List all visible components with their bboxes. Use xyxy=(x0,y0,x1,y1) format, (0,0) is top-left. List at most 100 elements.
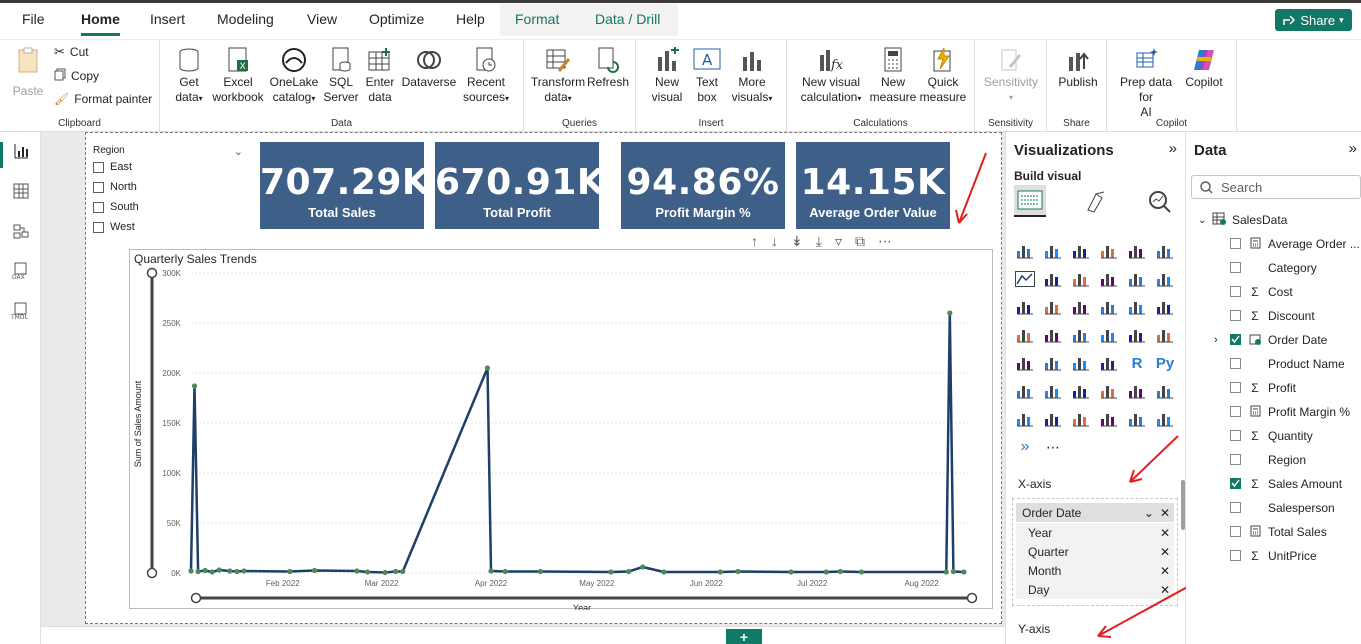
collapse-icon[interactable]: » xyxy=(1349,140,1357,157)
tmdl-view-icon[interactable]: TMDL xyxy=(10,300,31,321)
refresh-button[interactable]: Refresh xyxy=(586,46,630,90)
funnel-icon[interactable] xyxy=(1070,296,1092,318)
cut-button[interactable]: ✂ Cut xyxy=(54,44,89,60)
field-item[interactable]: Salesperson xyxy=(1186,498,1361,518)
analytics-tab[interactable] xyxy=(1148,190,1172,217)
field-item[interactable]: Total Sales xyxy=(1186,522,1361,542)
map-icon[interactable] xyxy=(1042,324,1064,346)
field-checkbox[interactable] xyxy=(1230,430,1241,441)
format-visual-tab[interactable] xyxy=(1084,190,1108,217)
scatter-icon[interactable] xyxy=(1098,296,1120,318)
menu-insert[interactable]: Insert xyxy=(150,11,185,27)
filter-icon[interactable] xyxy=(1070,408,1092,430)
menu-home[interactable]: Home xyxy=(81,11,120,36)
text-box-button[interactable]: A Text box xyxy=(688,46,726,105)
dataverse-button[interactable]: Dataverse xyxy=(400,46,458,90)
go-to-next-level-icon[interactable]: ↡ xyxy=(791,233,803,250)
power-automate-icon[interactable] xyxy=(1042,408,1064,430)
format-painter-button[interactable]: 🖌 Format painter xyxy=(54,92,152,106)
field-checkbox[interactable] xyxy=(1230,550,1241,561)
card-profit-margin[interactable]: 94.86% Profit Margin % xyxy=(621,142,785,229)
field-checkbox[interactable] xyxy=(1230,238,1241,249)
sensitivity-button[interactable]: Sensitivity ▾ xyxy=(981,46,1041,105)
card-average-order-value[interactable]: 14.15K Average Order Value xyxy=(796,142,950,229)
chevron-right-icon[interactable]: › xyxy=(1214,334,1218,346)
field-item[interactable]: Σ Quantity xyxy=(1186,426,1361,446)
copy-button[interactable]: Copy xyxy=(54,68,99,84)
card-total-sales[interactable]: 707.29K Total Sales xyxy=(260,142,430,229)
close-icon[interactable]: ✕ xyxy=(1160,545,1170,559)
checkbox[interactable] xyxy=(93,161,104,173)
line-column-icon[interactable] xyxy=(1126,268,1148,290)
goals-icon[interactable] xyxy=(1126,380,1148,402)
chevron-down-icon[interactable]: ⌄ xyxy=(1144,506,1154,520)
build-visual-tab[interactable] xyxy=(1014,185,1046,217)
field-checkbox[interactable] xyxy=(1230,526,1241,537)
model-view-icon[interactable] xyxy=(10,220,31,241)
focus-mode-icon[interactable]: ⧉ xyxy=(855,233,865,250)
new-measure-button[interactable]: New measure xyxy=(869,46,917,105)
treemap-icon[interactable] xyxy=(1014,324,1036,346)
copilot-button[interactable]: Copilot xyxy=(1179,46,1229,90)
table-view-icon[interactable] xyxy=(10,180,31,201)
field-item[interactable]: Category xyxy=(1186,258,1361,278)
line-area-icon[interactable] xyxy=(1070,268,1092,290)
kpi-card-icon[interactable] xyxy=(1154,408,1176,430)
quick-measure-button[interactable]: Quick measure xyxy=(917,46,969,105)
field-item[interactable]: Product Name xyxy=(1186,354,1361,374)
well-field-year[interactable]: Year ✕ xyxy=(1016,523,1174,542)
paginated-icon[interactable] xyxy=(1154,380,1176,402)
region-slicer[interactable]: Region ⌄ East North South West xyxy=(93,145,245,241)
field-item[interactable]: Σ Cost xyxy=(1186,282,1361,302)
field-checkbox[interactable] xyxy=(1230,286,1241,297)
search-input[interactable]: Search xyxy=(1191,175,1361,199)
field-checkbox[interactable] xyxy=(1230,502,1241,513)
ribbon-icon[interactable] xyxy=(1014,296,1036,318)
menu-optimize[interactable]: Optimize xyxy=(369,11,424,27)
field-checkbox[interactable] xyxy=(1230,262,1241,273)
field-checkbox[interactable] xyxy=(1230,382,1241,393)
well-field-order-date[interactable]: Order Date ⌄ ✕ xyxy=(1016,503,1174,522)
menu-format[interactable]: Format xyxy=(515,11,559,27)
chevron-down-icon[interactable]: ⌄ xyxy=(234,145,243,158)
more-options-icon[interactable]: ⋯ xyxy=(878,233,892,250)
pie-icon[interactable] xyxy=(1126,296,1148,318)
share-button[interactable]: Share ▾ xyxy=(1275,9,1352,31)
qa-icon[interactable] xyxy=(1070,380,1092,402)
drill-down-icon[interactable]: ↓ xyxy=(771,233,778,249)
new-visual-button[interactable]: New visual xyxy=(646,46,688,105)
recent-sources-button[interactable]: Recent sources▾ xyxy=(458,46,514,106)
chevron-down-icon[interactable]: ⌄ xyxy=(1198,215,1206,226)
add-page-button[interactable]: + xyxy=(726,629,762,644)
menu-view[interactable]: View xyxy=(307,11,337,27)
excel-workbook-button[interactable]: X Excel workbook xyxy=(210,46,266,105)
clustered-bar-icon[interactable] xyxy=(1070,240,1092,262)
chevron-icon[interactable]: » xyxy=(1014,436,1036,458)
slicer-item-east[interactable]: East xyxy=(93,161,132,173)
menu-modeling[interactable]: Modeling xyxy=(217,11,274,27)
decomposition-tree-icon[interactable] xyxy=(1042,380,1064,402)
slicer-icon[interactable] xyxy=(1042,352,1064,374)
azure-map-icon[interactable] xyxy=(1098,324,1120,346)
ribbon-chart-icon[interactable] xyxy=(1154,240,1176,262)
get-data-button[interactable]: Get data▾ xyxy=(168,46,210,106)
stacked-column-icon[interactable] xyxy=(1098,240,1120,262)
slicer-item-north[interactable]: North xyxy=(93,181,137,193)
menu-help[interactable]: Help xyxy=(456,11,485,27)
table-icon[interactable] xyxy=(1070,352,1092,374)
publish-button[interactable]: Publish xyxy=(1053,46,1103,90)
shape-icon[interactable] xyxy=(1126,408,1148,430)
image-icon[interactable] xyxy=(1098,408,1120,430)
line-chart-icon[interactable] xyxy=(1014,268,1036,290)
new-visual-calculation-button[interactable]: fx New visual calculation▾ xyxy=(793,46,869,106)
matrix-icon[interactable] xyxy=(1098,352,1120,374)
checkbox[interactable] xyxy=(93,221,104,233)
field-checkbox[interactable] xyxy=(1230,478,1241,489)
menu-data-drill[interactable]: Data / Drill xyxy=(595,11,660,27)
field-checkbox[interactable] xyxy=(1230,334,1241,345)
close-icon[interactable]: ✕ xyxy=(1160,506,1170,520)
field-checkbox[interactable] xyxy=(1230,310,1241,321)
line-stacked-column-icon[interactable] xyxy=(1154,268,1176,290)
field-item[interactable]: Σ Sales Amount xyxy=(1186,474,1361,494)
clustered-column-icon[interactable] xyxy=(1042,240,1064,262)
